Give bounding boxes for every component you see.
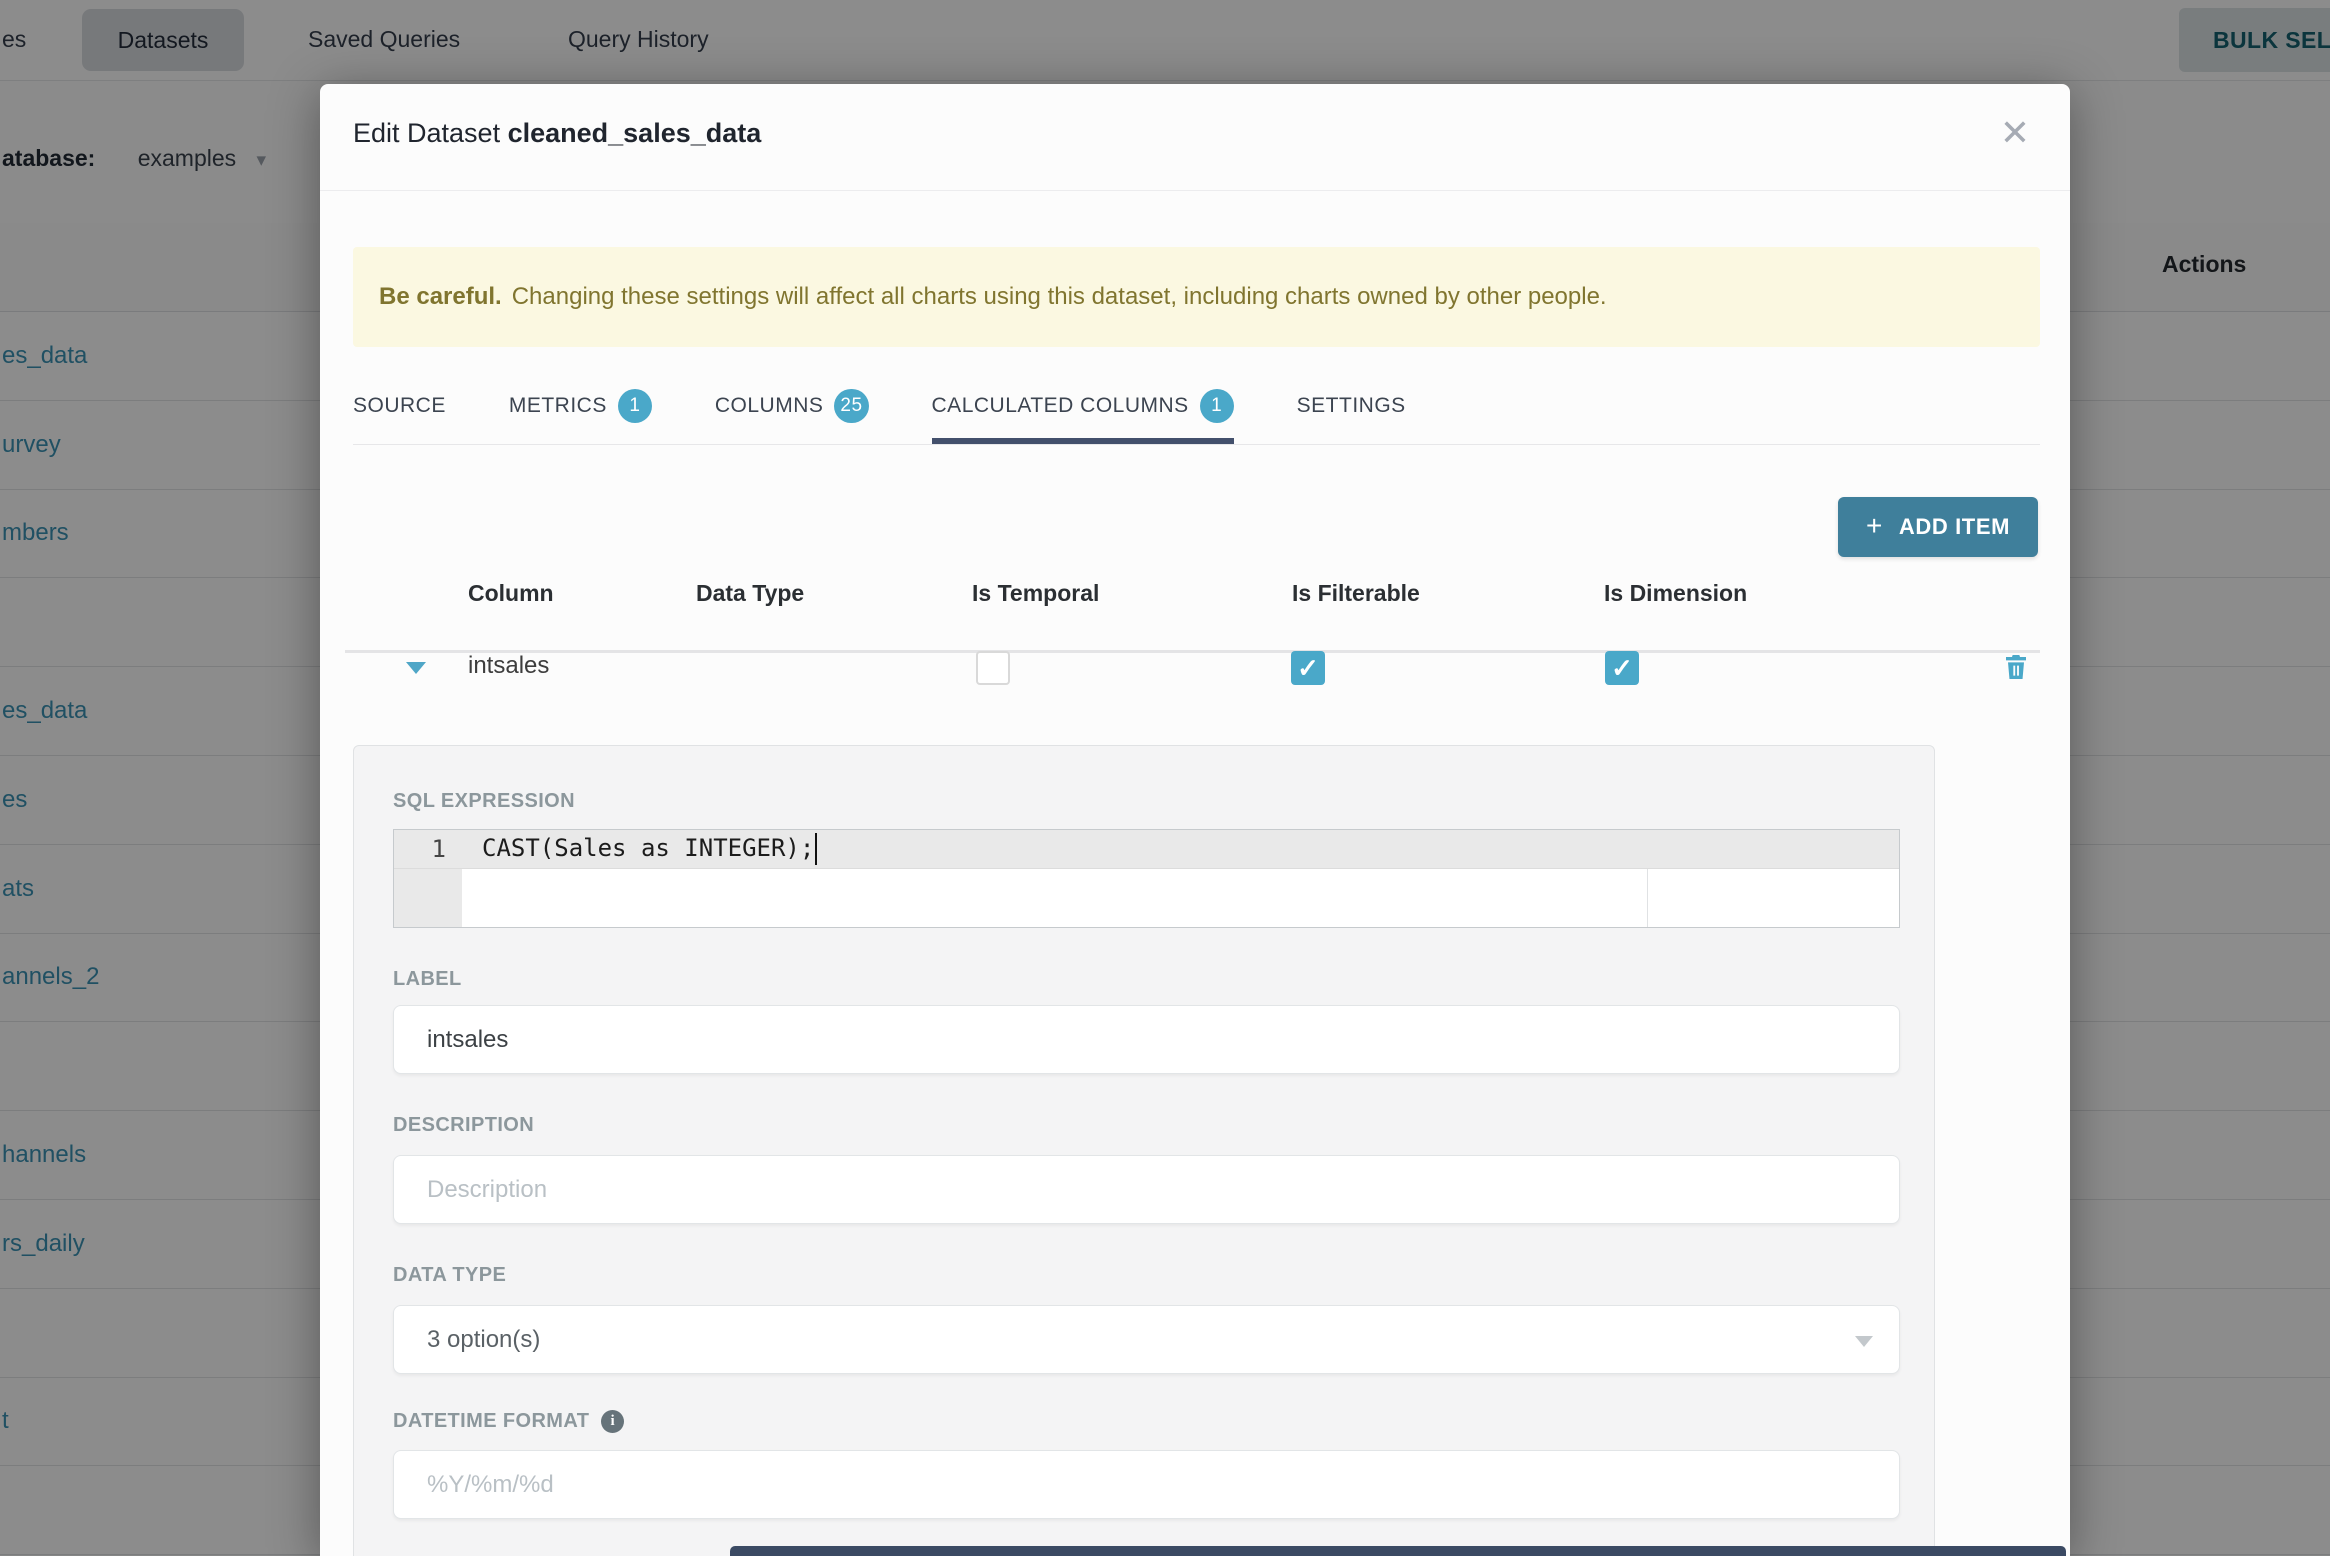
tab-calculated-columns[interactable]: CALCULATED COLUMNS 1 — [931, 367, 1234, 444]
label-label: LABEL — [393, 968, 462, 990]
text-cursor — [815, 833, 817, 865]
warning-banner: Be careful. Changing these settings will… — [353, 247, 2040, 347]
modal-tabs: SOURCE METRICS 1 COLUMNS 25 CALCULATED C… — [353, 367, 2040, 445]
tab-label: SETTINGS — [1296, 393, 1406, 417]
horizontal-scrollbar-thumb[interactable] — [730, 1546, 2066, 1556]
columns-count-badge: 25 — [834, 388, 869, 423]
description-input[interactable] — [393, 1155, 1900, 1224]
chevron-down-icon — [1855, 1336, 1873, 1347]
warning-banner-bold: Be careful. — [379, 283, 502, 310]
column-name: intsales — [468, 652, 550, 679]
data-type-label: DATA TYPE — [393, 1264, 507, 1286]
row-expand-caret-icon[interactable] — [406, 662, 426, 674]
description-label: DESCRIPTION — [393, 1114, 535, 1136]
add-item-button[interactable]: + ADD ITEM — [1838, 497, 2038, 557]
col-header-data-type: Data Type — [696, 580, 805, 606]
edit-dataset-modal: Edit Dataset cleaned_sales_data ✕ Be car… — [320, 84, 2070, 1556]
tab-label: SOURCE — [353, 393, 446, 417]
is-temporal-checkbox[interactable] — [976, 651, 1010, 685]
check-icon: ✓ — [1297, 652, 1319, 683]
tab-settings[interactable]: SETTINGS — [1297, 367, 1406, 444]
tab-source[interactable]: SOURCE — [353, 367, 446, 444]
tab-label: CALCULATED COLUMNS — [931, 393, 1189, 417]
data-type-value: 3 option(s) — [427, 1325, 541, 1353]
col-header-is-temporal: Is Temporal — [972, 580, 1100, 606]
datetime-format-input[interactable] — [393, 1450, 1900, 1519]
plus-icon: + — [1865, 510, 1883, 541]
is-filterable-checkbox[interactable]: ✓ — [1291, 651, 1325, 685]
info-icon[interactable]: i — [601, 1410, 625, 1433]
tab-label: COLUMNS — [714, 393, 824, 417]
modal-title-prefix: Edit Dataset — [353, 118, 501, 148]
check-icon: ✓ — [1611, 652, 1633, 683]
modal-title-dataset-name: cleaned_sales_data — [507, 118, 762, 148]
delete-trash-icon[interactable] — [2000, 650, 2032, 684]
calculated-columns-count-badge: 1 — [1199, 388, 1234, 423]
sql-expression-label: SQL EXPRESSION — [393, 790, 575, 812]
col-header-is-dimension: Is Dimension — [1604, 580, 1748, 606]
add-item-label: ADD ITEM — [1898, 514, 2011, 539]
col-header-is-filterable: Is Filterable — [1292, 580, 1420, 606]
metrics-count-badge: 1 — [617, 388, 652, 423]
tab-metrics[interactable]: METRICS 1 — [509, 367, 652, 444]
modal-header: Edit Dataset cleaned_sales_data ✕ — [320, 84, 2070, 191]
tab-columns[interactable]: COLUMNS 25 — [715, 367, 869, 444]
modal-title: Edit Dataset cleaned_sales_data — [353, 118, 761, 149]
data-type-select[interactable]: 3 option(s) — [393, 1305, 1900, 1374]
table-header-divider — [345, 650, 2040, 653]
calculated-column-detail-panel: SQL EXPRESSION 1 CAST(Sales as INTEGER);… — [353, 745, 1935, 1556]
warning-banner-text: Changing these settings will affect all … — [511, 283, 1607, 310]
close-icon[interactable]: ✕ — [2000, 112, 2030, 154]
datetime-format-label-text: DATETIME FORMAT — [393, 1410, 590, 1432]
datetime-format-label: DATETIME FORMAT i — [393, 1410, 625, 1433]
editor-line-number: 1 — [431, 835, 446, 863]
sql-code: CAST(Sales as INTEGER); — [482, 834, 815, 862]
screen: es Datasets Saved Queries Query History … — [0, 0, 2330, 1556]
sql-editor[interactable]: 1 CAST(Sales as INTEGER); — [393, 829, 1900, 928]
tab-label: METRICS — [508, 393, 607, 417]
label-input[interactable] — [393, 1005, 1900, 1074]
col-header-column: Column — [468, 580, 554, 606]
is-dimension-checkbox[interactable]: ✓ — [1605, 651, 1639, 685]
